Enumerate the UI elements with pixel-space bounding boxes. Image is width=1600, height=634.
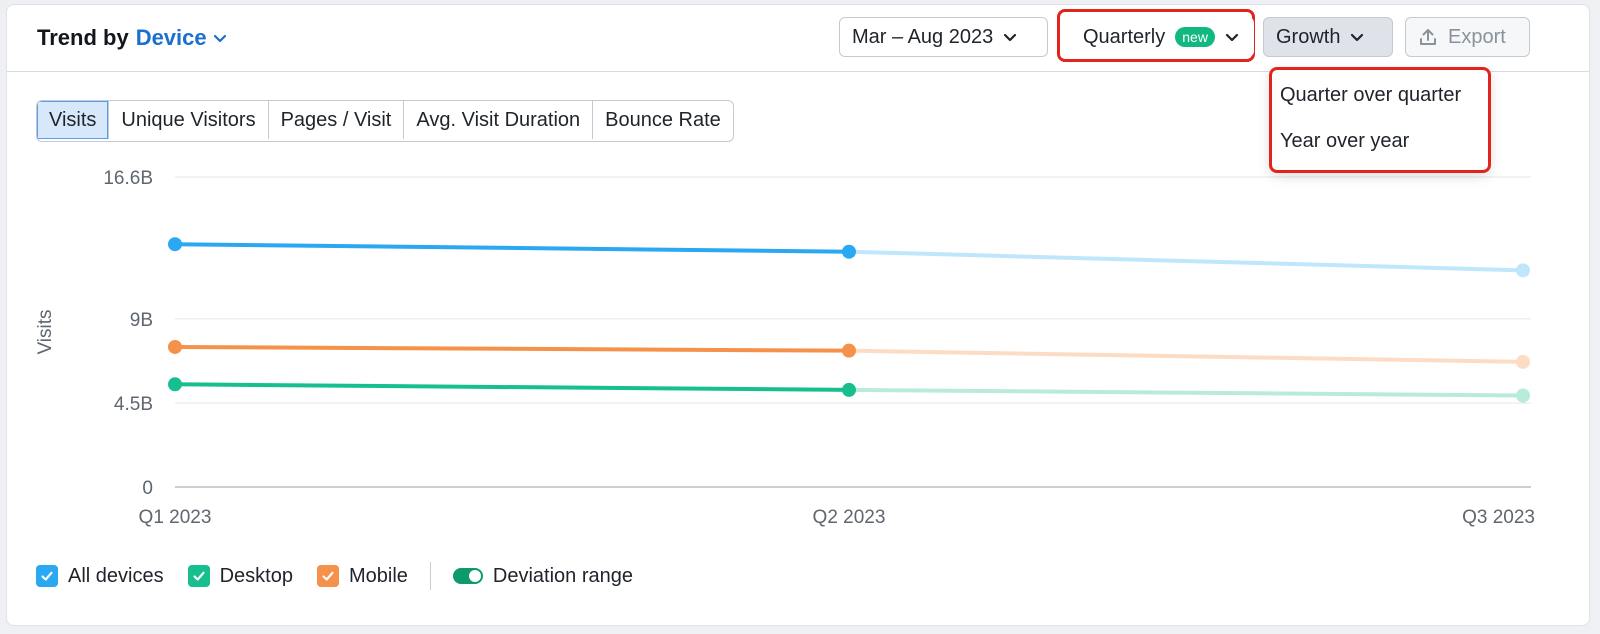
checkbox-icon[interactable]	[36, 565, 58, 587]
menu-item-year-over-year[interactable]: Year over year	[1280, 130, 1409, 153]
legend-label: All devices	[68, 564, 164, 587]
checkbox-icon[interactable]	[187, 565, 210, 587]
series-line-projected	[847, 249, 1525, 273]
y-tick-label: 0	[142, 478, 153, 499]
y-tick-label: 9B	[130, 310, 153, 331]
series-line	[173, 242, 851, 254]
data-point	[842, 382, 856, 397]
deviation-range-toggle[interactable]: Deviation range	[452, 564, 633, 588]
toggle-label: Deviation range	[492, 564, 633, 587]
x-tick-label: Q2 2023	[813, 507, 886, 528]
y-tick-label: 4.5B	[114, 394, 153, 415]
data-point	[168, 339, 182, 354]
x-tick-label: Q1 2023	[139, 507, 212, 528]
data-point	[842, 343, 856, 358]
data-point	[1516, 388, 1530, 403]
data-point	[168, 237, 182, 252]
legend-divider	[429, 562, 431, 590]
legend-item-desktop[interactable]: Desktop	[187, 564, 293, 588]
growth-dropdown-menu: Quarter over quarter Year over year	[1269, 67, 1491, 173]
data-point	[1516, 263, 1530, 278]
data-point	[168, 377, 182, 392]
menu-item-quarter-over-quarter[interactable]: Quarter over quarter	[1280, 84, 1461, 107]
trend-card: Trend by Device Mar – Aug 2023 Quarterly…	[6, 4, 1590, 626]
y-tick-label: 16.6B	[103, 168, 153, 189]
series-line-projected	[847, 387, 1525, 398]
legend-label: Desktop	[219, 564, 293, 587]
series-line	[173, 382, 851, 392]
legend-label: Mobile	[348, 564, 408, 587]
x-tick-label: Q3 2023	[1462, 507, 1535, 528]
y-axis-label: Visits	[35, 309, 56, 354]
toggle-switch[interactable]	[452, 568, 483, 584]
legend-item-mobile[interactable]: Mobile	[316, 564, 408, 588]
series-line-projected	[847, 348, 1525, 364]
legend-item-all-devices[interactable]: All devices	[36, 565, 164, 588]
checkbox-icon[interactable]	[316, 565, 339, 587]
data-point	[1516, 354, 1530, 369]
chart-legend: All devices Desktop Mobile Deviation ran…	[36, 562, 657, 590]
data-point	[842, 244, 856, 259]
series-line	[173, 344, 851, 353]
